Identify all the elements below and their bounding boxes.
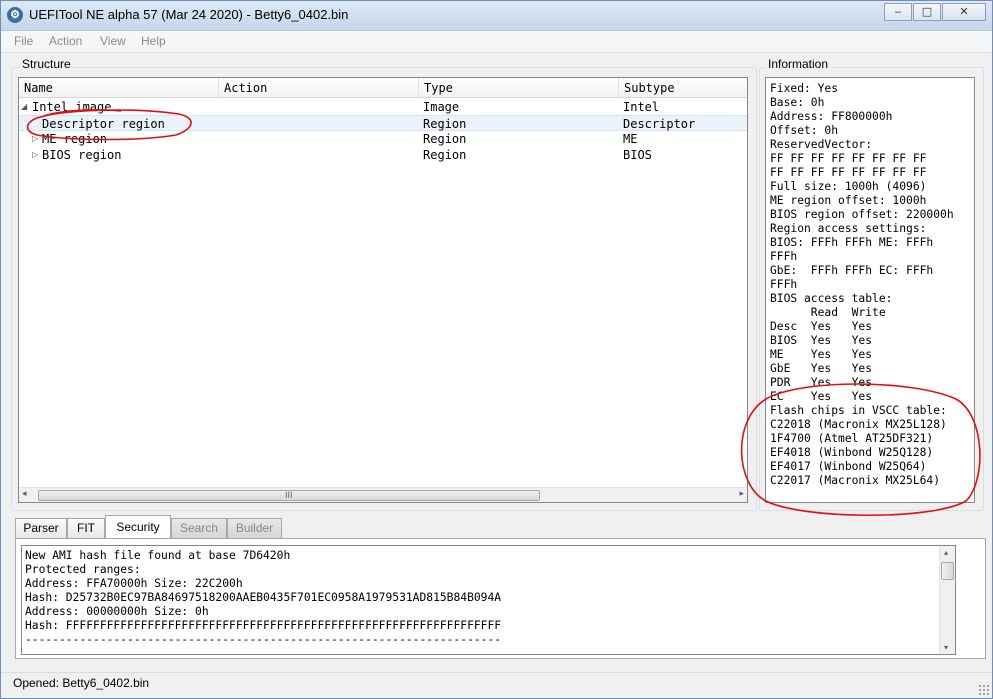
- title-bar[interactable]: ⚙ UEFITool NE alpha 57 (Mar 24 2020) - B…: [1, 1, 992, 31]
- menu-bar: File Action View Help: [1, 31, 992, 53]
- resize-grip-icon[interactable]: [978, 684, 990, 696]
- status-bar: Opened: Betty6_0402.bin: [1, 672, 992, 698]
- horizontal-scrollbar[interactable]: ◂ III ▸: [19, 487, 747, 502]
- security-log-text: New AMI hash file found at base 7D6420h …: [25, 549, 502, 646]
- gear-icon: ⚙: [7, 7, 23, 23]
- window-controls: ‒ □ ✕: [883, 3, 986, 21]
- menu-action[interactable]: Action: [49, 34, 82, 48]
- maximize-button[interactable]: □: [913, 3, 941, 21]
- expand-arrow-icon[interactable]: ▷: [32, 147, 38, 163]
- tab-builder[interactable]: Builder: [227, 518, 282, 538]
- row-name: Descriptor region: [42, 117, 165, 131]
- window-title: UEFITool NE alpha 57 (Mar 24 2020) - Bet…: [29, 7, 349, 22]
- scroll-thumb[interactable]: III: [38, 490, 540, 501]
- menu-help[interactable]: Help: [141, 34, 166, 48]
- tab-security[interactable]: Security: [105, 515, 171, 538]
- expand-arrow-icon[interactable]: ▷: [32, 131, 38, 147]
- menu-file[interactable]: File: [14, 34, 33, 48]
- tree-row[interactable]: ▷ BIOS region Region BIOS: [19, 147, 747, 163]
- column-header-name[interactable]: Name: [19, 78, 219, 98]
- security-log[interactable]: New AMI hash file found at base 7D6420h …: [21, 545, 956, 655]
- tab-parser[interactable]: Parser: [15, 518, 67, 538]
- vertical-scrollbar[interactable]: ▴ ▾: [939, 546, 955, 654]
- security-panel: New AMI hash file found at base 7D6420h …: [15, 538, 986, 659]
- scroll-right-icon[interactable]: ▸: [739, 489, 744, 499]
- row-type: Region: [423, 117, 467, 131]
- scroll-down-icon[interactable]: ▾: [944, 643, 948, 652]
- tree-header: Name Action Type Subtype: [19, 78, 747, 98]
- row-type: Image: [423, 100, 460, 114]
- information-label: Information: [766, 57, 831, 71]
- row-subtype: Intel: [623, 100, 660, 114]
- status-text: Opened: Betty6_0402.bin: [13, 676, 150, 690]
- tree-row[interactable]: ◢ Intel image Image Intel: [19, 99, 747, 115]
- tab-search[interactable]: Search: [171, 518, 227, 538]
- row-type: Region: [423, 148, 467, 162]
- tab-fit[interactable]: FIT: [67, 518, 105, 538]
- menu-view[interactable]: View: [100, 34, 126, 48]
- close-button[interactable]: ✕: [942, 3, 986, 21]
- information-text[interactable]: Fixed: Yes Base: 0h Address: FF800000h O…: [765, 77, 975, 503]
- row-name: ME region: [42, 132, 108, 146]
- scroll-up-icon[interactable]: ▴: [944, 548, 948, 557]
- row-subtype: Descriptor: [623, 117, 696, 131]
- tree-row-selected[interactable]: Descriptor region Region Descriptor: [19, 115, 747, 131]
- minimize-button[interactable]: ‒: [884, 3, 912, 21]
- collapse-arrow-icon[interactable]: ◢: [21, 99, 27, 115]
- row-subtype: ME: [623, 132, 638, 146]
- column-header-subtype[interactable]: Subtype: [619, 78, 747, 98]
- column-header-type[interactable]: Type: [419, 78, 619, 98]
- row-subtype: BIOS: [623, 148, 652, 162]
- app-window: ⚙ UEFITool NE alpha 57 (Mar 24 2020) - B…: [0, 0, 993, 699]
- tree-row[interactable]: ▷ ME region Region ME: [19, 131, 747, 147]
- column-header-action[interactable]: Action: [219, 78, 419, 98]
- scroll-thumb[interactable]: [941, 562, 954, 580]
- structure-tree[interactable]: Name Action Type Subtype ◢ Intel image I…: [18, 77, 748, 503]
- structure-label: Structure: [20, 57, 73, 71]
- row-name: Intel image: [32, 100, 112, 114]
- row-type: Region: [423, 132, 467, 146]
- row-name: BIOS region: [42, 148, 122, 162]
- grip-icon: III: [285, 490, 293, 500]
- scroll-left-icon[interactable]: ◂: [22, 489, 27, 499]
